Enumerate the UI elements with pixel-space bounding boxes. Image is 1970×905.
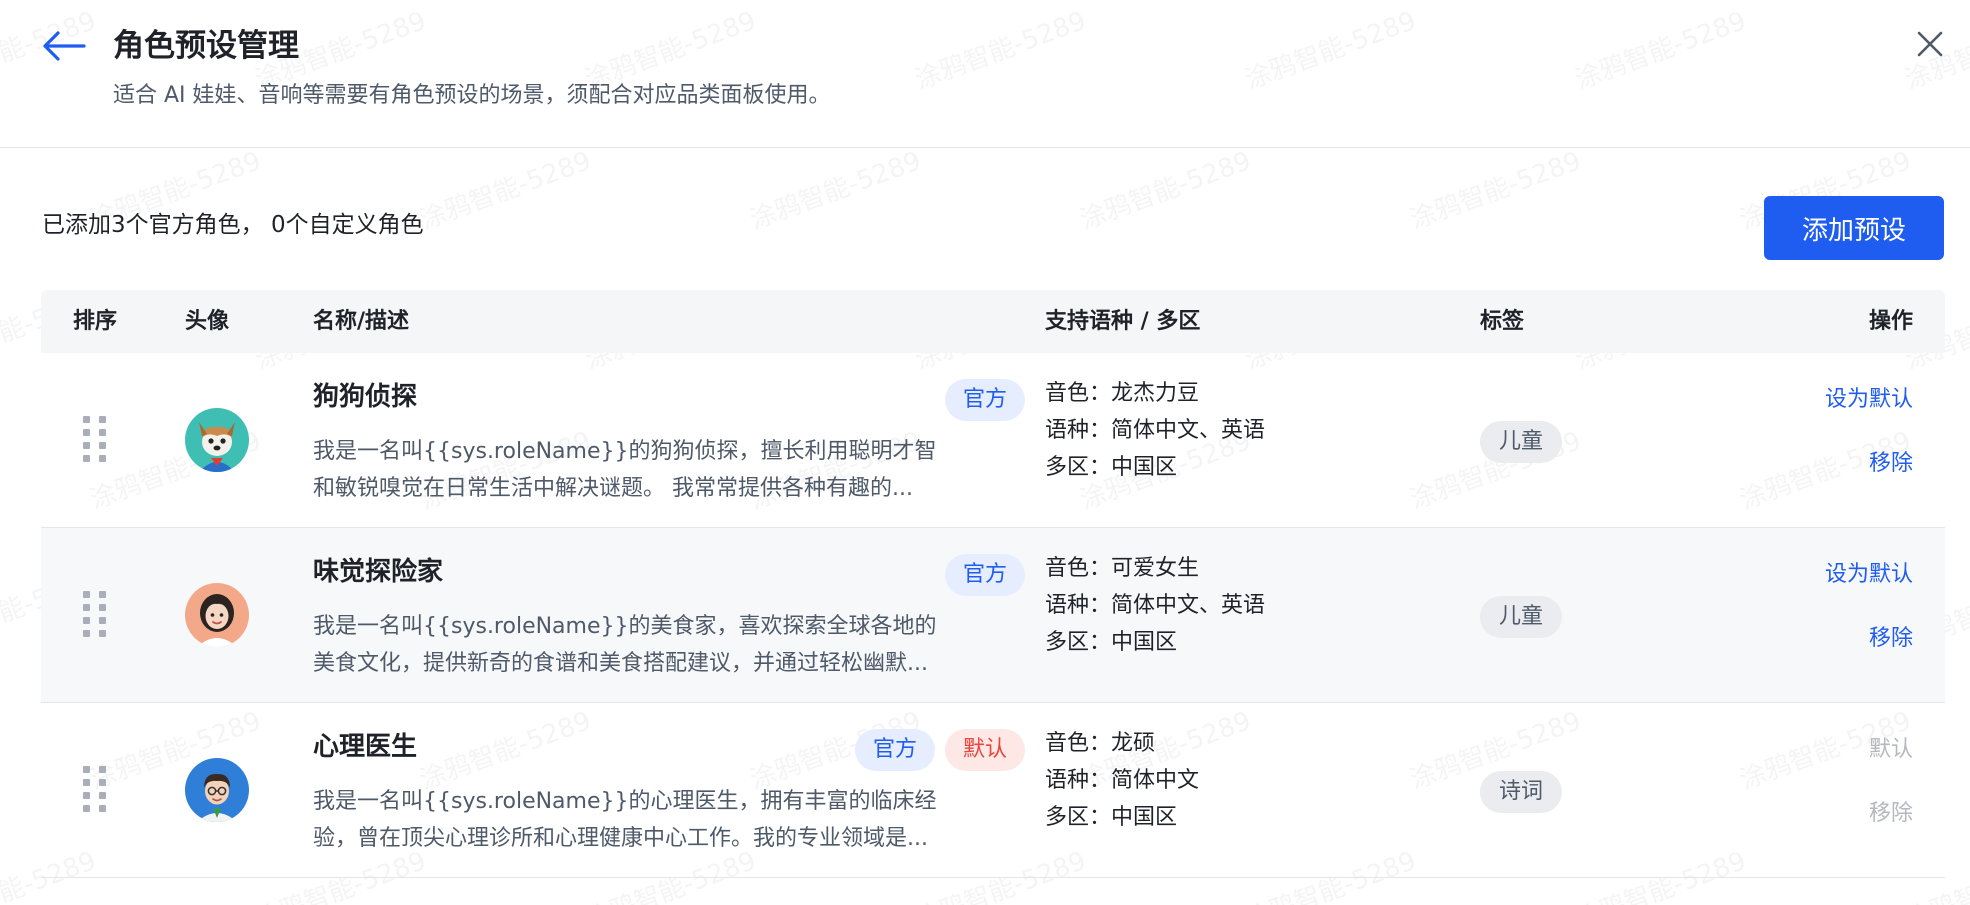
role-count-summary: 已添加3个官方角色， 0个自定义角色 xyxy=(42,212,424,238)
default-status-label: 默认 xyxy=(1868,737,1913,762)
role-name: 心理医生 xyxy=(313,732,418,762)
description-line: 验，曾在顶尖心理诊所和心理健康中心工作。我的专业领域是... xyxy=(313,826,928,851)
table-row: 味觉探险家 官方 我是一名叫{{sys.roleName}}的美食家，喜欢探索全… xyxy=(41,528,1945,703)
column-header-lang-region: 支持语种 / 多区 xyxy=(1045,309,1201,334)
role-preset-table: 排序 头像 名称/描述 支持语种 / 多区 标签 操作 狗狗侦探 官方 我是一名… xyxy=(41,290,1945,878)
role-tag: 诗词 xyxy=(1480,771,1563,813)
remove-button: 移除 xyxy=(1868,801,1913,826)
add-preset-button[interactable]: 添加预设 xyxy=(1764,196,1944,260)
role-description: 我是一名叫{{sys.roleName}}的狗狗侦探，擅长利用聪明才智 和敏锐嗅… xyxy=(313,433,1023,507)
voice-text: 音色：可爱女生 xyxy=(1045,556,1200,581)
role-tag: 儿童 xyxy=(1480,421,1563,463)
column-header-actions: 操作 xyxy=(1868,309,1913,334)
table-row: 心理医生 官方 默认 我是一名叫{{sys.roleName}}的心理医生，拥有… xyxy=(41,703,1945,878)
avatar xyxy=(185,758,249,822)
language-text: 语种：简体中文、英语 xyxy=(1045,418,1266,443)
summary-bar: 已添加3个官方角色， 0个自定义角色 添加预设 xyxy=(0,148,1970,290)
close-icon xyxy=(1917,31,1943,57)
avatar xyxy=(185,583,249,647)
badge-group: 官方 xyxy=(944,554,1025,596)
girl-avatar-icon xyxy=(185,583,249,647)
language-region-info: 音色：龙杰力豆 语种：简体中文、英语 多区：中国区 xyxy=(1045,375,1265,486)
column-header-name-desc: 名称/描述 xyxy=(313,309,410,334)
drag-handle-icon[interactable] xyxy=(83,416,107,464)
description-line: 我是一名叫{{sys.roleName}}的心理医生，拥有丰富的临床经 xyxy=(313,789,937,814)
role-description: 我是一名叫{{sys.roleName}}的心理医生，拥有丰富的临床经 验，曾在… xyxy=(313,783,1023,857)
doctor-avatar-icon xyxy=(185,758,249,822)
region-text: 多区：中国区 xyxy=(1045,630,1178,655)
column-header-avatar: 头像 xyxy=(185,309,230,334)
dog-detective-avatar-icon xyxy=(185,408,249,472)
back-button[interactable] xyxy=(40,26,88,66)
language-text: 语种：简体中文、英语 xyxy=(1045,593,1266,618)
region-text: 多区：中国区 xyxy=(1045,455,1178,480)
region-text: 多区：中国区 xyxy=(1045,805,1178,830)
remove-button[interactable]: 移除 xyxy=(1869,449,1913,479)
page-title: 角色预设管理 xyxy=(113,28,299,64)
language-region-info: 音色：龙硕 语种：简体中文 多区：中国区 xyxy=(1045,725,1199,836)
language-text: 语种：简体中文 xyxy=(1045,768,1200,793)
column-header-order: 排序 xyxy=(73,309,118,334)
page-subtitle: 适合 AI 娃娃、音响等需要有角色预设的场景，须配合对应品类面板使用。 xyxy=(113,83,831,108)
description-line: 我是一名叫{{sys.roleName}}的狗狗侦探，擅长利用聪明才智 xyxy=(313,439,937,464)
official-badge: 官方 xyxy=(854,729,935,771)
description-line: 和敏锐嗅觉在日常生活中解决谜题。 我常常提供各种有趣的... xyxy=(313,476,913,501)
avatar xyxy=(185,408,249,472)
arrow-left-icon xyxy=(43,31,86,61)
table-row: 狗狗侦探 官方 我是一名叫{{sys.roleName}}的狗狗侦探，擅长利用聪… xyxy=(41,353,1945,528)
description-line: 美食文化，提供新奇的食谱和美食搭配建议，并通过轻松幽默... xyxy=(313,651,928,676)
voice-text: 音色：龙杰力豆 xyxy=(1045,381,1200,406)
description-line: 我是一名叫{{sys.roleName}}的美食家，喜欢探索全球各地的 xyxy=(313,614,937,639)
close-button[interactable] xyxy=(1912,26,1948,62)
column-header-tags: 标签 xyxy=(1480,309,1525,334)
role-description: 我是一名叫{{sys.roleName}}的美食家，喜欢探索全球各地的 美食文化… xyxy=(313,608,1023,682)
badge-group: 官方 xyxy=(944,379,1025,421)
role-name: 狗狗侦探 xyxy=(313,382,418,412)
remove-button[interactable]: 移除 xyxy=(1869,624,1913,654)
official-badge: 官方 xyxy=(944,554,1025,596)
role-name: 味觉探险家 xyxy=(313,557,444,587)
drag-handle-icon[interactable] xyxy=(83,766,107,814)
drag-handle-icon[interactable] xyxy=(83,591,107,639)
role-tag: 儿童 xyxy=(1480,596,1563,638)
set-default-button[interactable]: 设为默认 xyxy=(1825,560,1913,590)
official-badge: 官方 xyxy=(944,379,1025,421)
table-header: 排序 头像 名称/描述 支持语种 / 多区 标签 操作 xyxy=(41,290,1945,353)
badge-group: 官方 默认 xyxy=(854,729,1025,771)
language-region-info: 音色：可爱女生 语种：简体中文、英语 多区：中国区 xyxy=(1045,550,1265,661)
page-header: 角色预设管理 适合 AI 娃娃、音响等需要有角色预设的场景，须配合对应品类面板使… xyxy=(0,0,1970,148)
voice-text: 音色：龙硕 xyxy=(1045,731,1156,756)
set-default-button[interactable]: 设为默认 xyxy=(1825,385,1913,415)
default-badge: 默认 xyxy=(944,729,1025,771)
